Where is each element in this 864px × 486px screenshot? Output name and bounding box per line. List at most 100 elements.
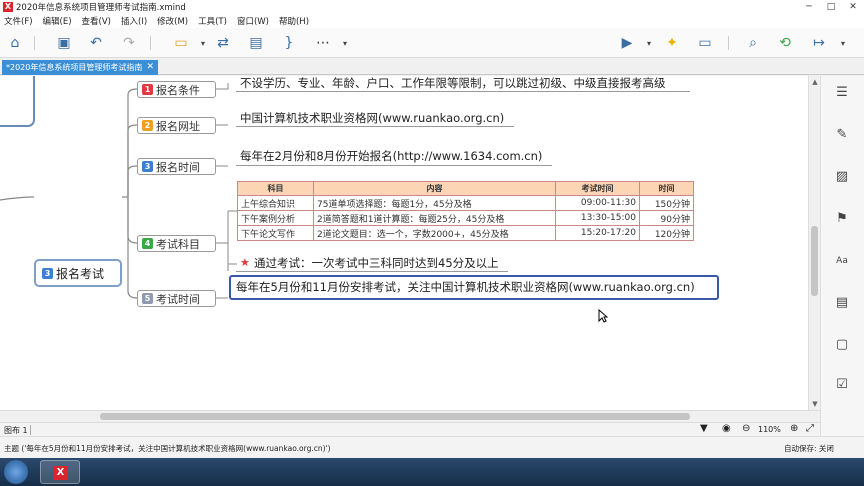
menu-file[interactable]: 文件(F) — [4, 15, 33, 27]
topic-number-badge: 2 — [142, 120, 153, 131]
save-icon[interactable]: ▣ — [55, 34, 73, 52]
table-cell: 2道论文题目：选一个，字数2000+，45分及格 — [313, 225, 556, 241]
layout-icon[interactable]: ▭ — [696, 34, 714, 52]
boundary-icon[interactable]: ▤ — [247, 34, 265, 52]
topic-exam-time[interactable]: 5 考试时间 — [137, 290, 216, 307]
topic-registration-time[interactable]: 3 报名时间 — [137, 158, 216, 175]
horizontal-scrollbar[interactable] — [0, 410, 820, 422]
topic-root-label: 报名考试 — [56, 266, 105, 281]
leaf-underline — [236, 271, 508, 272]
maximize-icon[interactable]: □ — [820, 0, 842, 14]
leaf-registration-conditions[interactable]: 不设学历、专业、年龄、户口、工作年限等限制，可以跳过初级、中级直接报考高级 — [240, 76, 666, 91]
topic-root[interactable]: 3 报名考试 — [34, 259, 122, 287]
zoom-out-icon[interactable]: ⊖ — [742, 423, 750, 434]
topic-number-badge: 3 — [142, 161, 153, 172]
notes-icon[interactable]: ▤ — [833, 294, 851, 312]
sheet-separator — [30, 425, 31, 435]
minimize-icon[interactable]: ─ — [798, 0, 820, 14]
window-controls: ─ □ ✕ — [798, 0, 864, 14]
leaf-pass-rule[interactable]: 通过考试：一次考试中三科同时达到45分及以上 — [254, 255, 499, 271]
topic-number-badge: 3 — [42, 267, 53, 279]
scroll-thumb[interactable] — [100, 413, 690, 420]
scroll-thumb[interactable] — [811, 226, 818, 296]
outline-icon[interactable]: ☰ — [833, 84, 851, 102]
windows-taskbar: X — [0, 458, 864, 486]
tab-close-icon[interactable]: ✕ — [146, 60, 154, 75]
table-row: 下午案例分析 2道简答题和1道计算题：每题25分，45分及格 13:30-15:… — [237, 210, 694, 226]
table-header: 时间 — [639, 181, 694, 196]
status-bar: 主题 ('每年在5月份和11月份安排考试，关注中国计算机技术职业资格网(www.… — [0, 436, 864, 458]
menu-view[interactable]: 查看(V) — [82, 15, 111, 27]
more-dropdown-icon[interactable]: ▾ — [336, 34, 354, 52]
filter-icon[interactable]: ▼ — [700, 423, 708, 434]
task-icon[interactable]: ☑ — [833, 376, 851, 394]
share-icon[interactable]: ⟲ — [776, 34, 794, 52]
mouse-cursor-icon — [598, 309, 608, 323]
table-cell: 下午案例分析 — [237, 210, 314, 226]
topic-icon[interactable]: ▭ — [172, 34, 190, 52]
toolbar-separator — [34, 36, 35, 50]
presentation-icon[interactable]: ▶ — [618, 34, 636, 52]
topic-label: 考试时间 — [156, 292, 200, 306]
exam-schedule-table: 科目 内容 考试时间 时间 上午综合知识 75道单项选择题：每题1分，45分及格… — [237, 181, 694, 241]
topic-number-badge: 5 — [142, 293, 153, 304]
zoom-in-icon[interactable]: ⊕ — [790, 423, 798, 434]
topic-label: 报名时间 — [156, 160, 200, 174]
image-icon[interactable]: ▨ — [833, 168, 851, 186]
topic-label: 考试科目 — [156, 237, 200, 251]
topic-exam-subjects[interactable]: 4 考试科目 — [137, 235, 216, 252]
table-header: 科目 — [237, 181, 314, 196]
menu-window[interactable]: 窗口(W) — [237, 15, 269, 27]
zoom-level[interactable]: 110% — [758, 425, 781, 434]
presentation-dropdown-icon[interactable]: ▾ — [640, 34, 658, 52]
close-window-icon[interactable]: ✕ — [842, 0, 864, 14]
menu-edit[interactable]: 编辑(E) — [43, 15, 72, 27]
topic-registration-conditions[interactable]: 1 报名条件 — [137, 81, 216, 98]
toolbar-separator — [150, 36, 151, 50]
undo-icon[interactable]: ↶ — [87, 34, 105, 52]
leaf-underline — [236, 165, 552, 166]
text-style-icon[interactable]: Aa — [833, 252, 851, 270]
redo-icon[interactable]: ↷ — [120, 34, 138, 52]
menu-insert[interactable]: 插入(I) — [121, 15, 147, 27]
eye-icon[interactable]: ◉ — [722, 423, 731, 434]
summary-icon[interactable]: } — [280, 34, 298, 52]
menu-tools[interactable]: 工具(T) — [198, 15, 227, 27]
sheet-tab[interactable]: 图布 1 — [4, 425, 28, 436]
topic-number-badge: 4 — [142, 238, 153, 249]
export-dropdown-icon[interactable]: ▾ — [834, 34, 852, 52]
vertical-scrollbar[interactable]: ▲ ▼ — [808, 76, 820, 410]
menu-modify[interactable]: 修改(M) — [157, 15, 188, 27]
format-brush-icon[interactable]: ✎ — [833, 126, 851, 144]
table-cell: 120分钟 — [639, 225, 694, 241]
search-icon[interactable]: ⌕ — [744, 34, 762, 52]
export-icon[interactable]: ↦ — [810, 34, 828, 52]
title-bar: X 2020年信息系统项目管理师考试指南.xmind ─ □ ✕ — [0, 0, 864, 14]
leaf-exam-time[interactable]: 每年在5月份和11月份安排考试，关注中国计算机技术职业资格网(www.ruank… — [236, 279, 695, 295]
more-icon[interactable]: ⋯ — [314, 34, 332, 52]
comment-icon[interactable]: ▢ — [833, 336, 851, 354]
home-icon[interactable]: ⌂ — [6, 34, 24, 52]
table-header: 内容 — [313, 181, 556, 196]
fit-screen-icon[interactable]: ⤢ — [806, 423, 814, 434]
table-cell: 09:00-11:30 — [555, 195, 640, 211]
tab-document[interactable]: *2020年信息系统项目管理师考试指南 ✕ — [2, 60, 158, 75]
leaf-registration-website[interactable]: 中国计算机技术职业资格网(www.ruankao.org.cn) — [240, 110, 504, 126]
autosave-status[interactable]: 自动保存: 关闭 — [784, 443, 834, 454]
marker-flag-icon[interactable]: ⚑ — [833, 210, 851, 228]
leaf-registration-time[interactable]: 每年在2月份和8月份开始报名(http://www.1634.com.cn) — [240, 148, 542, 164]
tab-document-label: *2020年信息系统项目管理师考试指南 — [6, 63, 143, 72]
menu-help[interactable]: 帮助(H) — [279, 15, 309, 27]
topic-dropdown-icon[interactable]: ▾ — [194, 34, 212, 52]
mindmap-canvas[interactable]: 3 报名考试 1 报名条件 不设学历、专业、年龄、户口、工作年限等限制，可以跳过… — [0, 76, 820, 410]
topic-registration-website[interactable]: 2 报名网址 — [137, 117, 216, 134]
taskbar-xmind-button[interactable]: X — [40, 460, 80, 484]
start-button[interactable] — [4, 460, 28, 484]
table-cell: 下午论文写作 — [237, 225, 314, 241]
lightbulb-icon[interactable]: ✦ — [663, 34, 681, 52]
topic-number-badge: 1 — [142, 84, 153, 95]
sheet-bar: 图布 1 ▼ ◉ ⊖ 110% ⊕ ⤢ — [0, 422, 820, 436]
relationship-icon[interactable]: ⇄ — [214, 34, 232, 52]
menu-bar: 文件(F) 编辑(E) 查看(V) 插入(I) 修改(M) 工具(T) 窗口(W… — [0, 14, 864, 28]
table-row: 下午论文写作 2道论文题目：选一个，字数2000+，45分及格 15:20-17… — [237, 225, 694, 241]
